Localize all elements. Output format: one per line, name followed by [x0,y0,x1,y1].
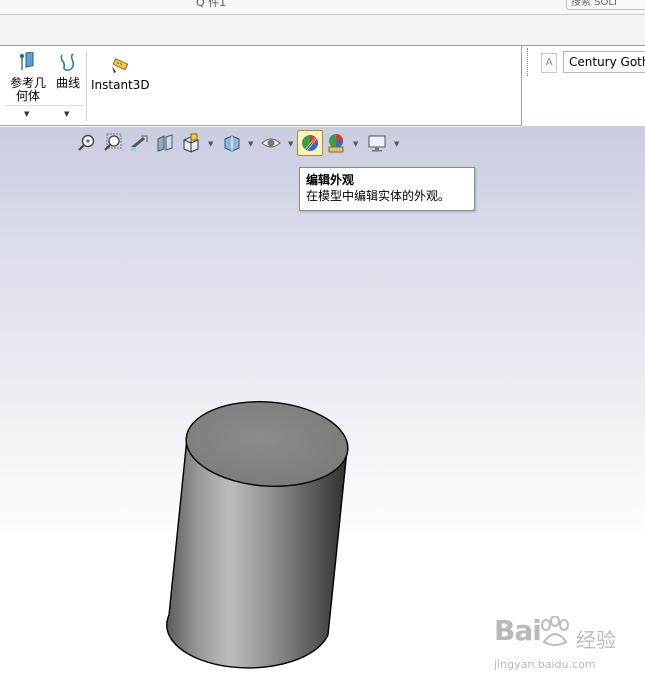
hide-show-dropdown[interactable]: ▼ [288,140,293,148]
display-style-dropdown[interactable]: ▼ [248,140,253,148]
previous-view-icon[interactable] [129,133,149,153]
reference-geometry-button[interactable]: 参考几 何体 [8,50,48,103]
ribbon-separator [86,51,87,121]
curves-button[interactable]: 曲线 [52,52,84,90]
apply-scene-dropdown[interactable]: ▼ [353,140,358,148]
zoom-to-area-icon[interactable] [103,133,123,153]
baidu-watermark: Bai 经验 jingyan.baidu.com [494,614,644,674]
paw-logo-icon [541,616,569,646]
curves-icon [60,53,75,72]
ref-geometry-dropdown[interactable]: ▼ [24,110,29,118]
curves-label: 曲线 [55,76,80,90]
curves-dropdown[interactable]: ▼ [64,110,69,118]
ref-geometry-label-2: 何体 [15,89,40,103]
tooltip-description: 在模型中编辑实体的外观。 [306,189,451,203]
apply-scene-icon[interactable] [326,133,346,153]
instant3d-button[interactable]: Instant3D [91,58,150,92]
watermark-site: jingyan.baidu.com [494,658,596,671]
tooltip-title: 编辑外观 [306,173,355,187]
ribbon-divider [4,105,84,106]
watermark-brand: Bai [494,614,542,647]
view-orientation-dropdown[interactable]: ▼ [208,140,213,148]
search-box[interactable]: 搜索 SOLI [566,0,645,10]
watermark-brand-suffix: 经验 [576,628,616,652]
display-style-icon[interactable] [222,133,242,153]
edit-appearance-icon[interactable] [300,133,320,153]
command-manager-tabs [0,15,645,45]
title-bar: Q 件1 搜索 SOLI [0,0,645,15]
ribbon-panel: 参考几 何体 曲线 ▼ ▼ Instant3D [0,45,522,126]
font-panel-separator [527,48,530,76]
section-view-icon[interactable] [155,133,175,153]
view-settings-icon[interactable] [367,133,387,153]
instant3d-icon [112,58,129,73]
window-title: Q 件1 [196,0,227,9]
reference-geometry-icon [19,50,34,70]
font-style-icon: A [541,53,557,73]
view-settings-dropdown[interactable]: ▼ [394,140,399,148]
tooltip: 编辑外观 在模型中编辑实体的外观。 [299,167,475,211]
cylinder-model[interactable] [160,395,360,670]
instant3d-label: Instant3D [91,78,150,92]
hide-show-icon[interactable] [261,133,281,153]
zoom-to-fit-icon[interactable] [77,133,97,153]
view-orientation-icon[interactable] [181,133,201,153]
font-name-field[interactable]: Century Gothic [563,51,645,73]
